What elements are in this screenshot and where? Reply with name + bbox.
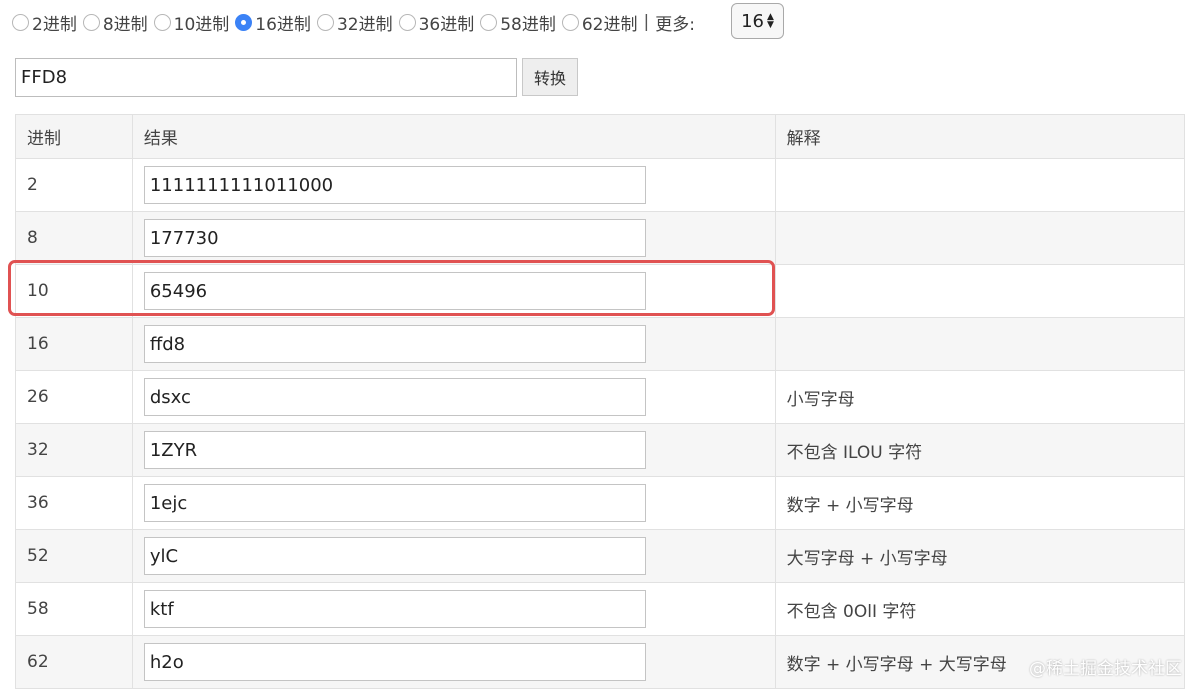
result-field[interactable] — [143, 537, 646, 575]
row-result-cell — [131, 635, 776, 689]
radio-label-2: 2进制 — [32, 14, 77, 35]
result-field[interactable] — [143, 378, 646, 416]
result-field[interactable] — [143, 219, 646, 257]
row-result-cell — [131, 264, 776, 318]
header-radix: 进制 — [15, 114, 133, 159]
row-radix: 16 — [15, 317, 133, 371]
table-row: 36 数字 + 小写字母 — [15, 476, 1186, 530]
row-note — [774, 158, 1186, 212]
radio-label-32: 32进制 — [336, 14, 393, 35]
row-result-cell — [131, 476, 776, 530]
row-result-cell — [131, 317, 776, 371]
row-note: 不包含 0OlI 字符 — [774, 582, 1186, 636]
row-note: 大写字母 + 小写字母 — [774, 529, 1186, 583]
table-row: 32 不包含 ILOU 字符 — [15, 423, 1186, 477]
row-note — [774, 211, 1186, 265]
row-radix: 58 — [15, 582, 133, 636]
row-radix: 62 — [15, 635, 133, 689]
radio-checked-icon[interactable] — [235, 13, 253, 31]
radio-label-58: 58进制 — [500, 14, 556, 35]
row-radix: 10 — [15, 264, 133, 318]
row-result-cell — [131, 211, 776, 265]
radio-label-10: 10进制 — [173, 14, 230, 35]
radio-label-62: 62进制 — [581, 14, 638, 35]
row-result-cell — [131, 423, 776, 477]
radio-option-36[interactable]: 36进制 — [398, 10, 475, 35]
result-table: 进制 结果 解释 2 8 10 16 26 小写字母 — [15, 114, 1186, 689]
row-note: 小写字母 — [774, 370, 1186, 424]
more-radix-select[interactable]: 16 ▲ ▼ — [731, 3, 784, 39]
radio-label-8: 8进制 — [102, 14, 148, 35]
table-row: 8 — [15, 211, 1186, 265]
row-note — [774, 264, 1186, 318]
radio-circle-icon[interactable] — [561, 13, 579, 31]
row-note — [774, 317, 1186, 371]
radio-option-16[interactable]: 16进制 — [235, 10, 311, 35]
radio-option-58[interactable]: 58进制 — [480, 10, 556, 35]
result-field[interactable] — [143, 643, 646, 681]
row-radix: 32 — [15, 423, 133, 477]
radio-circle-icon[interactable] — [398, 13, 416, 31]
table-row: 26 小写字母 — [15, 370, 1186, 424]
radio-option-8[interactable]: 8进制 — [82, 10, 148, 35]
table-row: 52 大写字母 + 小写字母 — [15, 529, 1186, 583]
row-radix: 26 — [15, 370, 133, 424]
row-result-cell — [131, 158, 776, 212]
radio-circle-icon[interactable] — [153, 13, 171, 31]
result-field[interactable] — [143, 325, 646, 363]
radio-option-10[interactable]: 10进制 — [153, 10, 230, 35]
table-row: 2 — [15, 158, 1186, 212]
row-radix: 2 — [15, 158, 133, 212]
row-radix: 36 — [15, 476, 133, 530]
header-result: 结果 — [131, 114, 776, 159]
radio-option-32[interactable]: 32进制 — [316, 10, 393, 35]
separator: | — [643, 12, 650, 32]
radio-circle-icon[interactable] — [82, 13, 100, 31]
result-field[interactable] — [143, 166, 646, 204]
row-result-cell — [131, 582, 776, 636]
table-row: 58 不包含 0OlI 字符 — [15, 582, 1186, 636]
table-row: 10 — [15, 264, 1186, 318]
radio-circle-icon[interactable] — [316, 13, 334, 31]
radio-circle-icon[interactable] — [12, 13, 29, 31]
radio-label-16: 16进制 — [255, 14, 311, 35]
table-row: 62 数字 + 小写字母 + 大写字母 — [15, 635, 1186, 689]
row-radix: 8 — [15, 211, 133, 265]
row-result-cell — [131, 370, 776, 424]
more-radix-select-value: 16 — [741, 10, 764, 32]
row-result-cell — [131, 529, 776, 583]
row-note: 不包含 ILOU 字符 — [774, 423, 1186, 477]
radio-option-62[interactable]: 62进制 — [561, 10, 638, 35]
radio-option-2[interactable]: 2进制 — [12, 10, 77, 35]
table-header-row: 进制 结果 解释 — [15, 114, 1186, 159]
result-field[interactable] — [143, 431, 646, 469]
table-row: 16 — [15, 317, 1186, 371]
result-field[interactable] — [143, 272, 646, 310]
row-note: 数字 + 小写字母 — [774, 476, 1186, 530]
result-field[interactable] — [143, 590, 646, 628]
select-arrows-icon: ▲ ▼ — [766, 12, 774, 30]
number-input[interactable] — [15, 58, 517, 97]
header-note: 解释 — [774, 114, 1186, 159]
row-note: 数字 + 小写字母 + 大写字母 — [774, 635, 1186, 689]
more-label: 更多: — [655, 14, 695, 35]
radix-radio-group: 2进制 8进制 10进制 16进制 32进制 36进制 58进制 62进制 | … — [12, 4, 709, 40]
radio-circle-icon[interactable] — [480, 13, 498, 31]
result-field[interactable] — [143, 484, 646, 522]
convert-button[interactable]: 转换 — [522, 58, 578, 96]
radio-label-36: 36进制 — [418, 14, 475, 35]
row-radix: 52 — [15, 529, 133, 583]
